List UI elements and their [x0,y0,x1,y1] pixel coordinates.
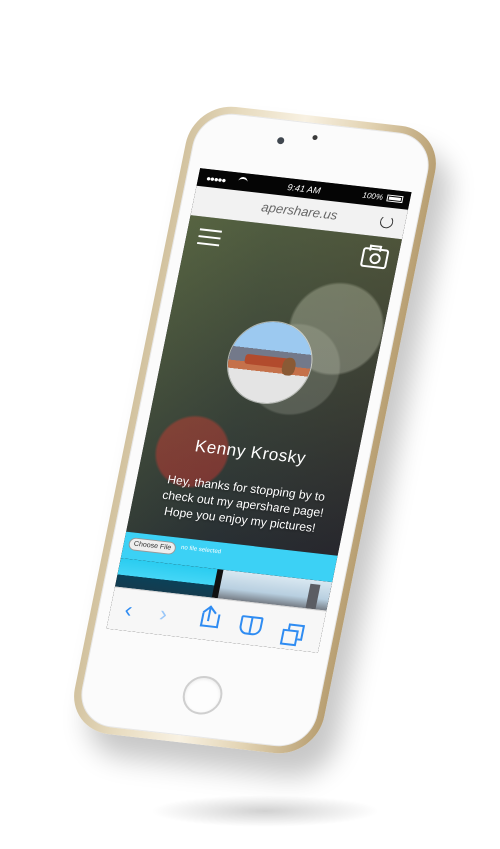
file-status: no file selected [180,544,222,556]
front-camera [276,136,285,145]
device-shadow [150,795,380,827]
menu-line-middle [198,235,221,240]
welcome-message: Hey, thanks for stopping by to check out… [161,472,327,535]
menu-line-bottom [196,241,220,247]
profile-name: Kenny Krosky [193,436,308,468]
bookmarks-button[interactable] [235,611,264,637]
tabs-icon [285,623,306,641]
tabs-button[interactable] [279,616,308,642]
choose-file-button[interactable]: Choose File [127,537,178,556]
forward-icon: › [157,600,170,627]
back-button[interactable]: ‹ [114,597,143,623]
front-speaker [312,134,319,141]
battery-label: 100% [361,190,384,202]
home-button[interactable] [179,673,226,717]
profile-avatar [220,317,319,408]
phone-screen: ●●●●● 9:41 AM 100% apershare.us Kenny Kr… [106,168,412,653]
iphone-device: ●●●●● 9:41 AM 100% apershare.us Kenny Kr… [66,102,444,758]
back-icon: ‹ [122,596,135,623]
menu-line-top [199,228,223,233]
forward-button[interactable]: › [149,601,178,627]
profile-hero: Kenny Krosky Hey, thanks for stopping by… [126,215,402,556]
phone-front: ●●●●● 9:41 AM 100% apershare.us Kenny Kr… [74,109,436,751]
share-button[interactable] [194,606,223,632]
menu-icon[interactable] [196,228,223,247]
camera-icon[interactable] [359,246,390,270]
bookmarks-icon [238,614,264,637]
battery-fill [388,196,402,201]
app-screenshot: ●●●●● 9:41 AM 100% apershare.us Kenny Kr… [0,0,500,849]
